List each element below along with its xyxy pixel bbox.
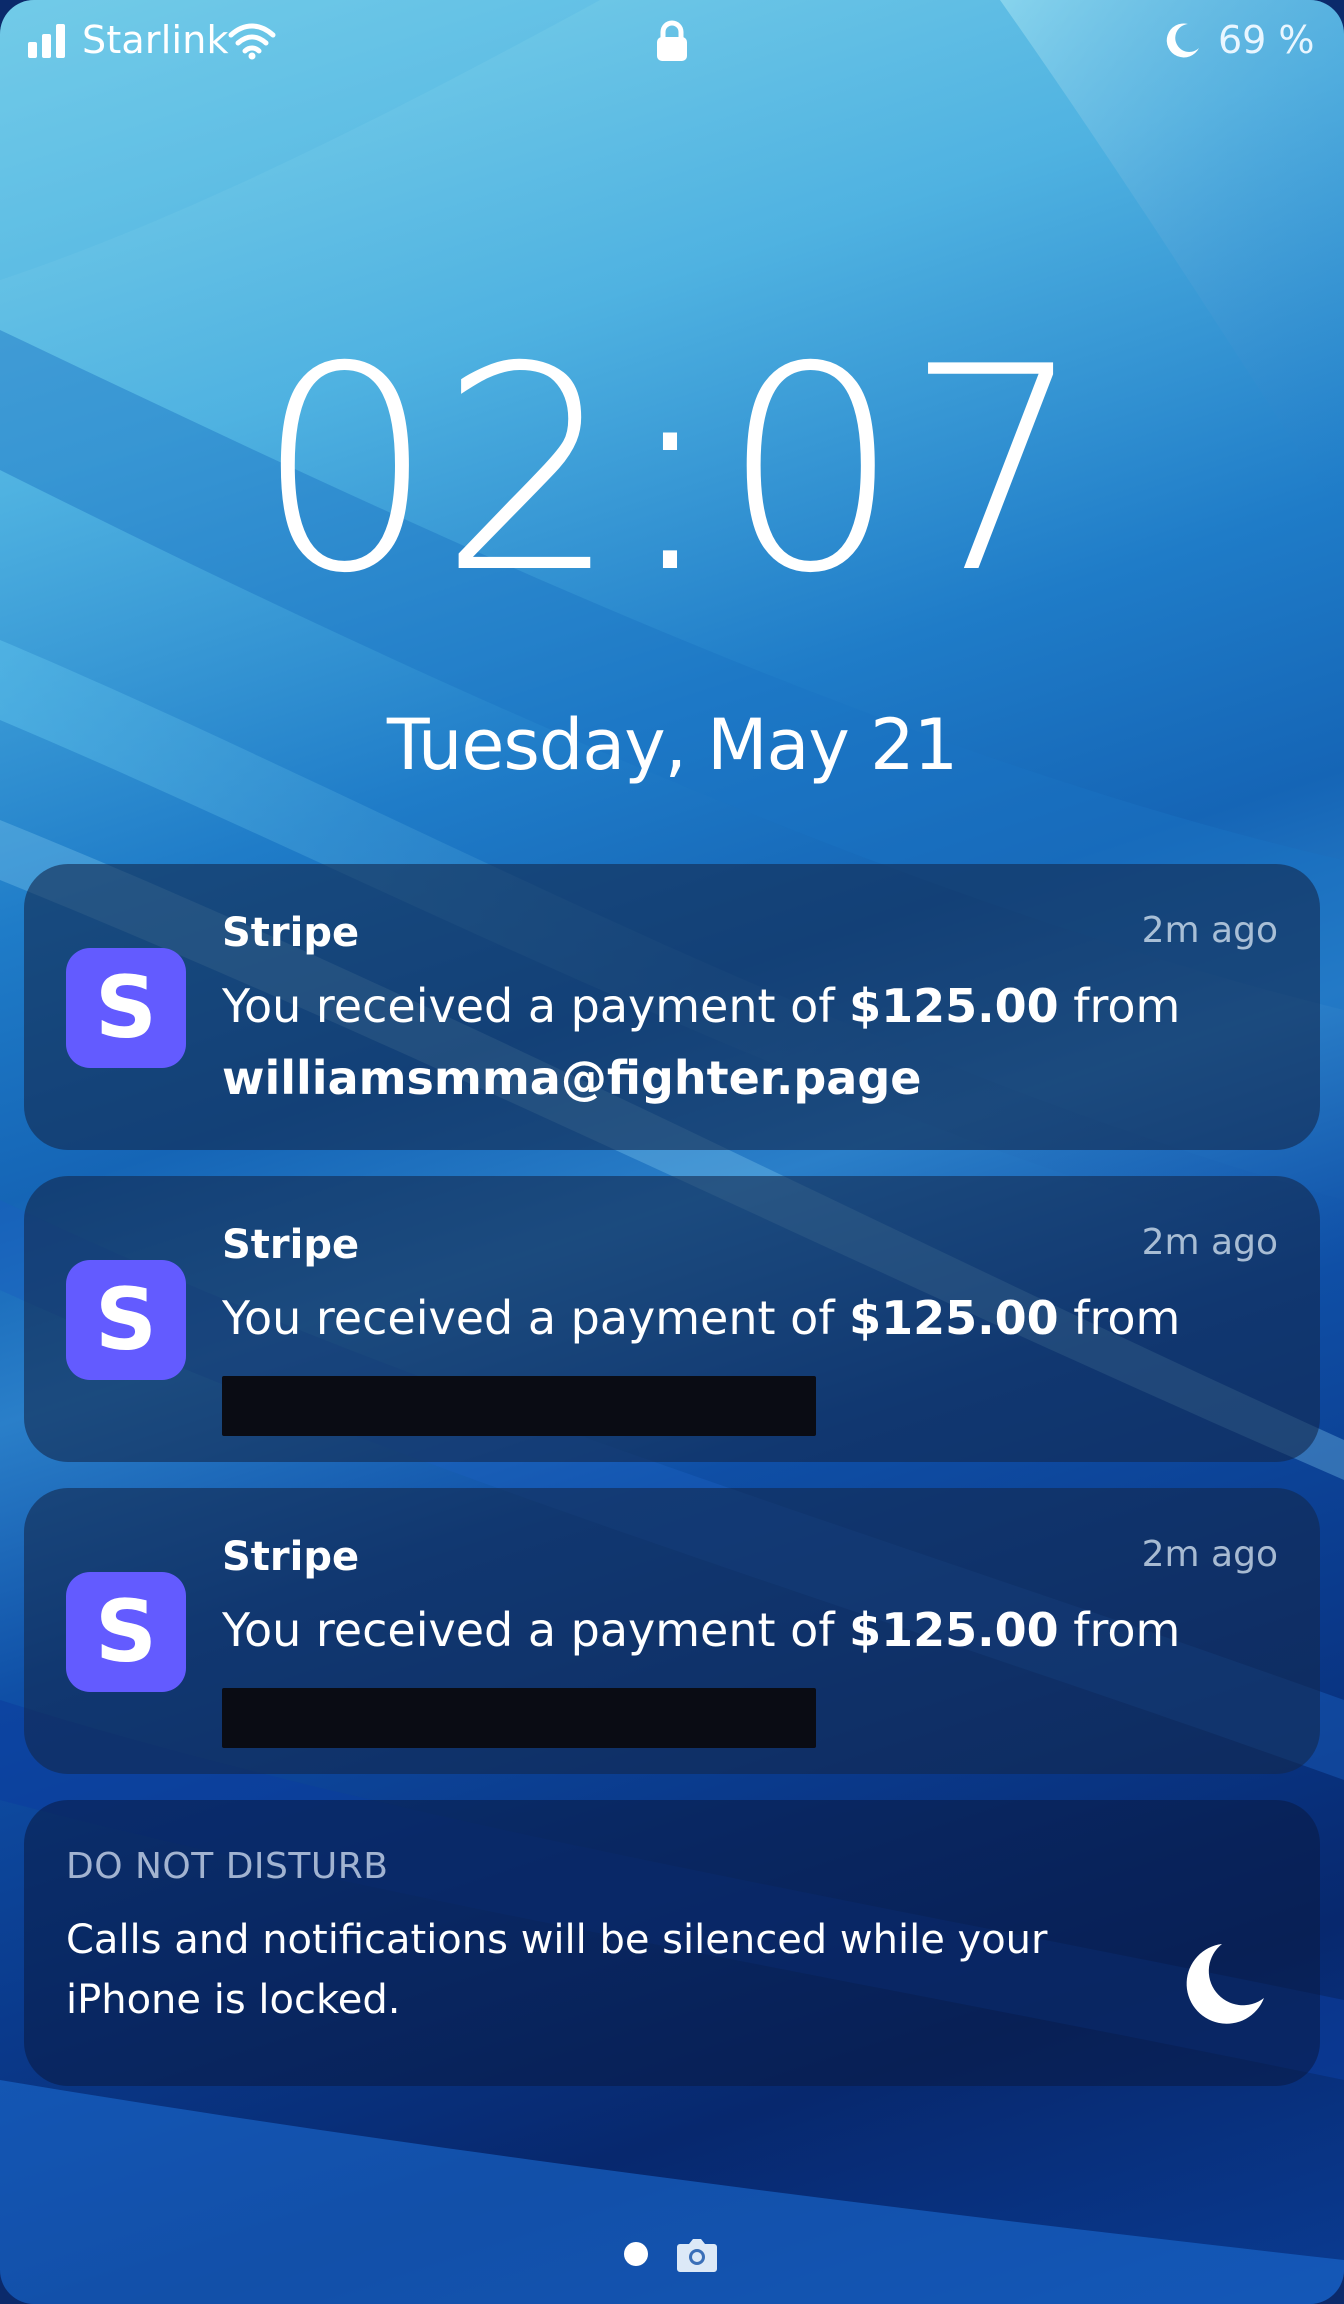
notification-body: You received a payment of $125.00 from: [222, 1594, 1262, 1666]
lock-screen-time: 02:07: [255, 306, 1089, 635]
notification-time: 2m ago: [1141, 910, 1278, 951]
camera-icon[interactable]: [676, 2236, 718, 2272]
payment-sender: williamsmma@fighter.page: [222, 1051, 922, 1105]
notification-text: You received a payment of: [222, 1291, 850, 1345]
notification-app-name: Stripe: [222, 910, 360, 956]
lock-icon: [657, 20, 687, 61]
wifi-icon: [228, 23, 276, 60]
lock-screen-date: Tuesday, May 21: [386, 704, 958, 786]
notification-text-suffix: from: [1058, 1291, 1181, 1345]
notification-text-suffix: from: [1058, 979, 1181, 1033]
payment-amount: $125.00: [849, 1291, 1059, 1345]
stripe-app-icon: S: [66, 1260, 186, 1380]
dnd-message: Calls and notifications will be silenced…: [66, 1917, 1048, 2023]
notification-card[interactable]: S Stripe 2m ago You received a payment o…: [24, 1176, 1320, 1462]
notification-time: 2m ago: [1141, 1534, 1278, 1575]
stripe-app-icon: S: [66, 948, 186, 1068]
moon-icon: [1186, 1944, 1264, 2024]
notification-body: You received a payment of $125.00 from: [222, 1282, 1262, 1354]
notification-text: You received a payment of: [222, 1603, 850, 1657]
moon-icon: [1166, 23, 1199, 58]
notification-card[interactable]: S Stripe 2m ago You received a payment o…: [24, 1488, 1320, 1774]
dnd-title: DO NOT DISTURB: [66, 1846, 389, 1887]
stripe-app-icon: S: [66, 1572, 186, 1692]
notification-app-name: Stripe: [222, 1534, 360, 1580]
notification-text-suffix: from: [1058, 1603, 1181, 1657]
battery-percentage: 69 %: [1218, 18, 1315, 62]
notification-text: You received a payment of: [222, 979, 850, 1033]
payment-amount: $125.00: [849, 1603, 1059, 1657]
payment-amount: $125.00: [849, 979, 1059, 1033]
signal-bars-icon: [28, 24, 65, 58]
lock-screen: Starlink 69 % 02:07 Tuesday, May 21 S St…: [0, 0, 1344, 2304]
notification-body: You received a payment of $125.00 from wi…: [222, 970, 1262, 1114]
carrier-name: Starlink: [82, 18, 229, 62]
do-not-disturb-card[interactable]: DO NOT DISTURB Calls and notifications w…: [24, 1800, 1320, 2086]
redacted-sender: [222, 1688, 816, 1748]
redacted-sender: [222, 1376, 816, 1436]
notification-app-name: Stripe: [222, 1222, 360, 1268]
notification-card[interactable]: S Stripe 2m ago You received a payment o…: [24, 864, 1320, 1150]
notification-time: 2m ago: [1141, 1222, 1278, 1263]
status-bar: Starlink 69 %: [0, 0, 1344, 84]
page-indicator-dot: [624, 2242, 648, 2266]
